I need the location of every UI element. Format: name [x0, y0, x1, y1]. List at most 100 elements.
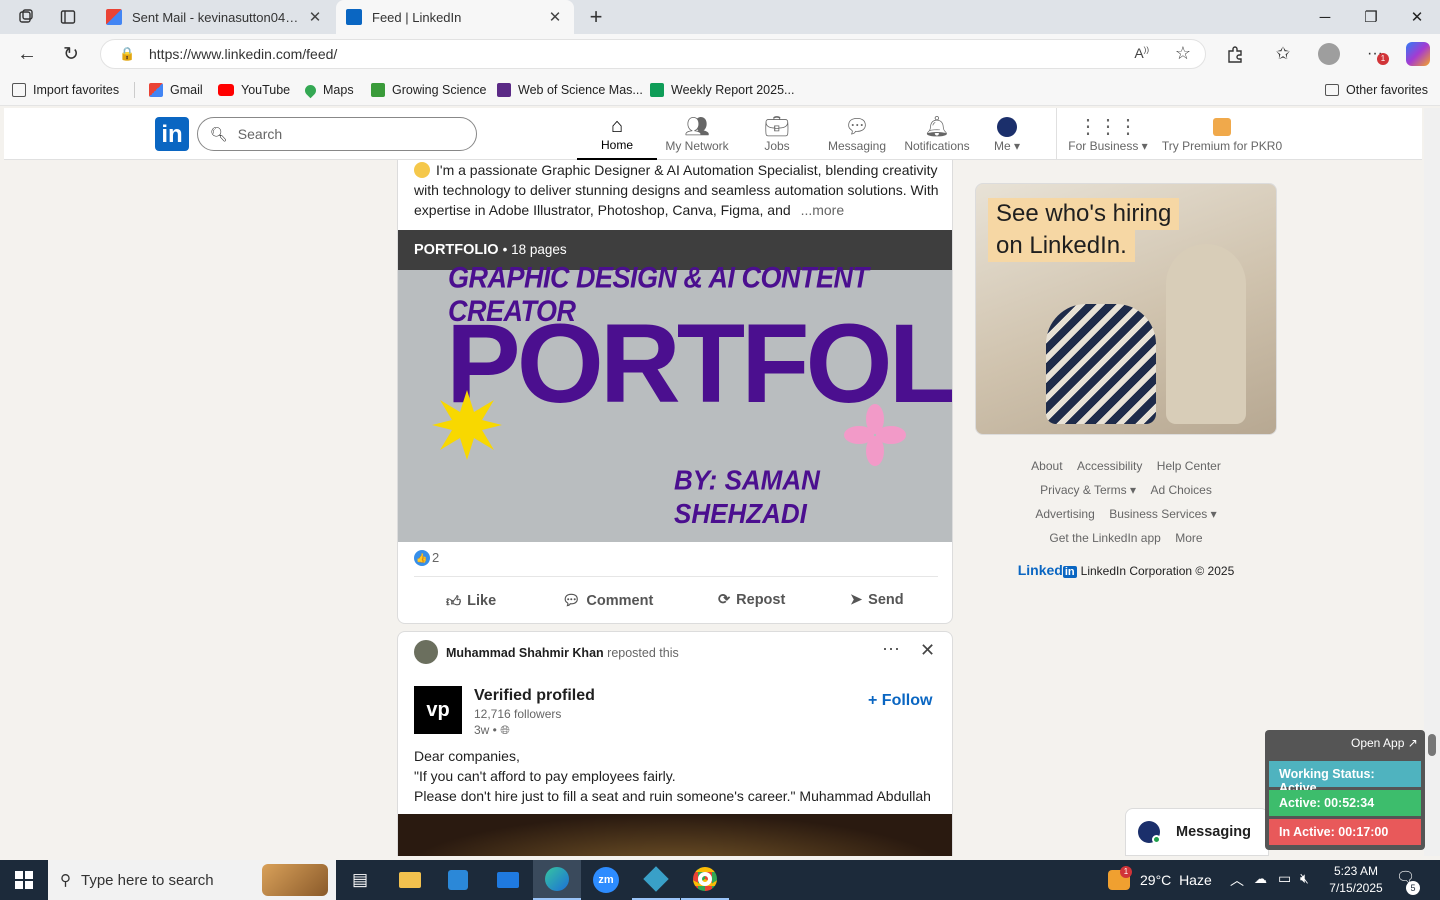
- open-app-button[interactable]: Open App ↗: [1351, 736, 1418, 750]
- tab-linkedin[interactable]: Feed | LinkedIn ✕: [336, 0, 574, 34]
- footer-ad-choices[interactable]: Ad Choices: [1150, 483, 1211, 497]
- app-diamond-icon[interactable]: [632, 860, 680, 900]
- nav-me[interactable]: Me ▾: [977, 108, 1037, 160]
- like-button[interactable]: 👍︎ Like: [446, 592, 496, 610]
- fav-growing-science[interactable]: Growing Science: [371, 74, 487, 106]
- see-more-link[interactable]: ...more: [801, 202, 845, 218]
- task-view-icon[interactable]: ▤: [336, 860, 384, 900]
- fav-label: Growing Science: [392, 83, 487, 97]
- read-aloud-icon[interactable]: A)): [1134, 45, 1149, 61]
- tab-gmail[interactable]: Sent Mail - kevinasutton04@gmail.com ✕: [96, 0, 334, 34]
- footer-help-center[interactable]: Help Center: [1157, 459, 1221, 473]
- microsoft-store-icon[interactable]: [434, 860, 482, 900]
- footer-business-services[interactable]: Business Services: [1109, 507, 1207, 521]
- sheets-icon: [650, 83, 664, 97]
- post-age: 3w • 🌐︎: [474, 723, 510, 737]
- workspaces-icon[interactable]: [12, 6, 40, 28]
- post-image[interactable]: [398, 814, 952, 856]
- file-explorer-icon[interactable]: [386, 860, 434, 900]
- footer-more[interactable]: More: [1175, 531, 1202, 545]
- search-box[interactable]: 🔍︎ Search: [197, 117, 477, 151]
- active-timer: Active: 00:52:34: [1269, 790, 1421, 816]
- lock-icon[interactable]: 🔒: [119, 46, 135, 62]
- nav-notifications[interactable]: 🔔︎ Notifications: [897, 108, 977, 160]
- fav-web-of-science[interactable]: Web of Science Mas...: [497, 74, 643, 106]
- edge-icon[interactable]: [533, 860, 581, 900]
- nav-messaging[interactable]: 💬︎ Messaging: [817, 108, 897, 160]
- back-icon[interactable]: ←: [14, 42, 40, 66]
- messaging-bar[interactable]: Messaging: [1125, 808, 1269, 856]
- fav-import[interactable]: Import favorites: [12, 74, 119, 106]
- restore-button[interactable]: ❐: [1348, 0, 1394, 34]
- like-reaction-icon: 👍: [414, 550, 430, 566]
- footer-accessibility[interactable]: Accessibility: [1077, 459, 1142, 473]
- dismiss-icon[interactable]: ✕: [920, 640, 935, 661]
- copilot-icon[interactable]: [1406, 42, 1430, 66]
- close-window-button[interactable]: ✕: [1394, 0, 1440, 34]
- scrollbar-thumb[interactable]: [1428, 734, 1436, 756]
- nav-premium[interactable]: Try Premium for PKR0: [1160, 108, 1284, 160]
- post-text: Dear companies, "If you can't afford to …: [414, 748, 931, 804]
- hiring-ad[interactable]: See who's hiring on LinkedIn.: [975, 183, 1277, 435]
- fav-maps[interactable]: Maps: [302, 74, 354, 106]
- start-button[interactable]: [0, 860, 48, 900]
- company-name[interactable]: Verified profiled: [474, 687, 595, 705]
- fav-label: Gmail: [170, 83, 203, 97]
- nav-for-business[interactable]: ⋮⋮⋮ For Business ▾: [1064, 108, 1152, 160]
- nav-my-network[interactable]: 👥︎ My Network: [657, 108, 737, 160]
- linkedin-logo[interactable]: in: [155, 117, 189, 151]
- reposter-avatar[interactable]: [414, 640, 438, 664]
- follow-button[interactable]: + Follow: [868, 692, 932, 710]
- footer-about[interactable]: About: [1031, 459, 1062, 473]
- clock-time: 5:23 AM: [1333, 864, 1379, 878]
- favorite-star-icon[interactable]: ☆: [1175, 43, 1191, 64]
- repost-button[interactable]: ⟳ Repost: [718, 592, 785, 608]
- page-scrollbar[interactable]: [1424, 108, 1440, 856]
- new-tab-button[interactable]: +: [584, 4, 608, 29]
- briefcase-icon: 💼︎: [764, 116, 790, 138]
- reposter-name[interactable]: Muhammad Shahmir Khan: [446, 646, 604, 660]
- nav-jobs[interactable]: 💼︎ Jobs: [737, 108, 817, 160]
- refresh-icon[interactable]: ↻: [58, 42, 84, 66]
- chrome-icon[interactable]: [681, 860, 729, 900]
- onedrive-icon[interactable]: ☁: [1254, 871, 1267, 887]
- send-button[interactable]: ➤ Send: [850, 592, 904, 608]
- windows-taskbar: ⚲ Type here to search ▤ zm 1 29°C Haze ︿…: [0, 860, 1440, 900]
- close-tab-icon[interactable]: ✕: [546, 8, 564, 26]
- profile-avatar[interactable]: [1318, 43, 1340, 65]
- close-tab-icon[interactable]: ✕: [306, 8, 324, 26]
- taskbar-search[interactable]: ⚲ Type here to search: [48, 860, 336, 900]
- gmail-icon: [149, 83, 163, 97]
- nav-home[interactable]: ⌂ Home: [577, 108, 657, 160]
- fav-youtube[interactable]: YouTube: [218, 74, 290, 106]
- more-options-icon[interactable]: ···: [882, 638, 900, 659]
- linkedin-page: I'm a passionate Graphic Designer & AI A…: [4, 108, 1422, 856]
- mail-icon[interactable]: [484, 860, 532, 900]
- comment-button[interactable]: 💬︎ Comment: [562, 592, 653, 610]
- network-icon[interactable]: ▭: [1278, 870, 1291, 887]
- minimize-button[interactable]: ─: [1302, 0, 1348, 34]
- address-bar[interactable]: 🔒 https://www.linkedin.com/feed/ A)) ☆: [100, 39, 1206, 69]
- volume-muted-icon[interactable]: 🔇︎: [1300, 870, 1309, 887]
- document-preview[interactable]: PORTFOLIO • 18 pages GRAPHIC DESIGN & AI…: [398, 230, 952, 542]
- clock[interactable]: 5:23 AM 7/15/2025: [1328, 863, 1384, 897]
- fav-weekly-report[interactable]: Weekly Report 2025...: [650, 74, 794, 106]
- reaction-count[interactable]: 2: [432, 550, 439, 565]
- chevron-up-icon[interactable]: ︿: [1230, 870, 1244, 890]
- fav-gmail[interactable]: Gmail: [149, 74, 203, 106]
- messaging-avatar: [1138, 821, 1161, 844]
- favorites-icon[interactable]: ✩: [1270, 42, 1296, 66]
- zoom-icon[interactable]: zm: [582, 860, 630, 900]
- gmail-icon: [106, 9, 122, 25]
- tab-actions-icon[interactable]: [54, 6, 82, 28]
- fav-label: Import favorites: [33, 83, 120, 97]
- footer-privacy[interactable]: Privacy & Terms: [1040, 483, 1126, 497]
- footer-advertising[interactable]: Advertising: [1035, 507, 1094, 521]
- ad-person-illustration: [1166, 244, 1246, 424]
- extensions-icon[interactable]: [1222, 42, 1248, 66]
- weather-text[interactable]: 29°C Haze: [1140, 872, 1212, 888]
- footer-get-app[interactable]: Get the LinkedIn app: [1049, 531, 1160, 545]
- company-logo[interactable]: vp: [414, 686, 462, 734]
- chat-icon: 💬︎: [844, 116, 870, 138]
- fav-other[interactable]: Other favorites: [1325, 74, 1428, 106]
